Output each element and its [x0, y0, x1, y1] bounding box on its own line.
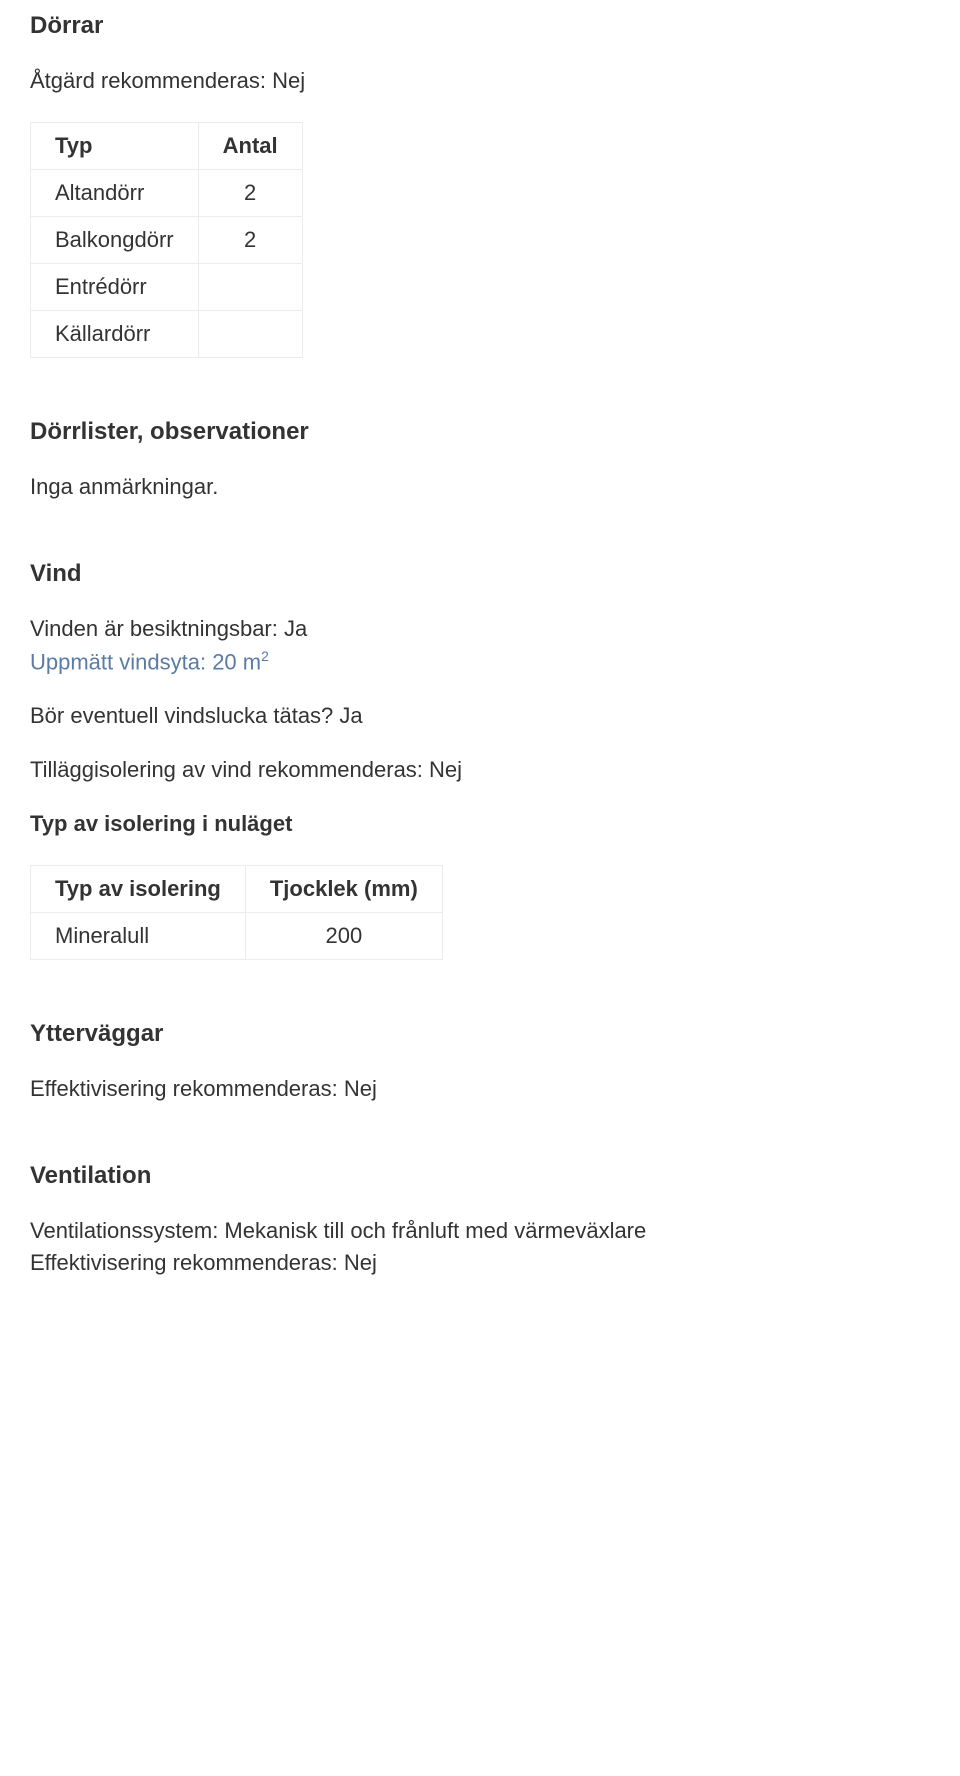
document-page: Dörrar Åtgärd rekommenderas: Nej Typ Ant…: [0, 0, 960, 1364]
section-heading-ventilation: Ventilation: [30, 1162, 930, 1190]
cell-iso-tjocklek: 200: [245, 913, 442, 960]
col-header-antal: Antal: [198, 123, 302, 170]
dorrlister-text: Inga anmärkningar.: [30, 474, 930, 500]
ventilation-effekt: Effektivisering rekommenderas: Nej: [30, 1250, 930, 1276]
cell-typ: Balkongdörr: [31, 217, 199, 264]
section-heading-yttervaggar: Ytterväggar: [30, 1020, 930, 1048]
section-heading-vind: Vind: [30, 560, 930, 588]
vind-vindsyta-sup: 2: [261, 648, 269, 664]
cell-typ: Källardörr: [31, 311, 199, 358]
cell-typ: Altandörr: [31, 170, 199, 217]
cell-antal: 2: [198, 170, 302, 217]
section-heading-dorrlister: Dörrlister, observationer: [30, 418, 930, 446]
yttervaggar-text: Effektivisering rekommenderas: Nej: [30, 1076, 930, 1102]
table-header-row: Typ Antal: [31, 123, 303, 170]
table-row: Balkongdörr 2: [31, 217, 303, 264]
cell-antal: 2: [198, 217, 302, 264]
col-header-typ: Typ: [31, 123, 199, 170]
iso-subheading: Typ av isolering i nuläget: [30, 811, 930, 837]
vind-tillaggsisolering: Tilläggisolering av vind rekommenderas: …: [30, 757, 930, 783]
table-row: Källardörr: [31, 311, 303, 358]
ventilation-system: Ventilationssystem: Mekanisk till och fr…: [30, 1218, 930, 1244]
table-row: Altandörr 2: [31, 170, 303, 217]
cell-iso-typ: Mineralull: [31, 913, 246, 960]
vind-vindslucka: Bör eventuell vindslucka tätas? Ja: [30, 703, 930, 729]
cell-typ: Entrédörr: [31, 264, 199, 311]
iso-table: Typ av isolering Tjocklek (mm) Mineralul…: [30, 865, 443, 960]
col-header-iso-typ: Typ av isolering: [31, 866, 246, 913]
cell-antal: [198, 264, 302, 311]
cell-antal: [198, 311, 302, 358]
dorrar-table: Typ Antal Altandörr 2 Balkongdörr 2 Entr…: [30, 122, 303, 358]
table-row: Entrédörr: [31, 264, 303, 311]
section-heading-dorrar: Dörrar: [30, 12, 930, 40]
vind-besiktningsbar: Vinden är besiktningsbar: Ja: [30, 616, 930, 642]
table-header-row: Typ av isolering Tjocklek (mm): [31, 866, 443, 913]
dorrar-action-line: Åtgärd rekommenderas: Nej: [30, 68, 930, 94]
table-row: Mineralull 200: [31, 913, 443, 960]
vind-vindsyta-prefix: Uppmätt vindsyta: 20 m: [30, 649, 261, 674]
vind-vindsyta: Uppmätt vindsyta: 20 m2: [30, 648, 930, 675]
col-header-iso-tjocklek: Tjocklek (mm): [245, 866, 442, 913]
